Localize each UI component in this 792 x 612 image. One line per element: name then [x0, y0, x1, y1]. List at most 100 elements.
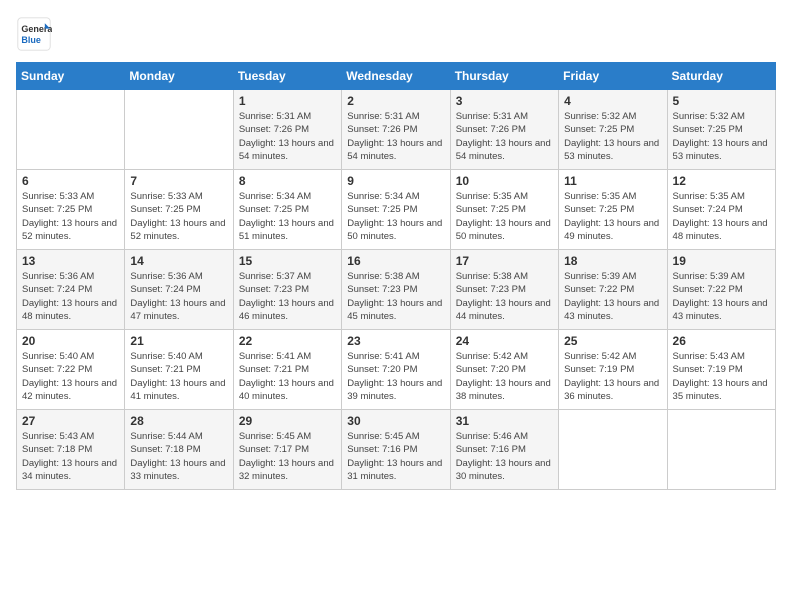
logo-icon: General Blue	[16, 16, 52, 52]
calendar-cell: 16 Sunrise: 5:38 AMSunset: 7:23 PMDayligh…	[342, 250, 450, 330]
day-info: Sunrise: 5:46 AMSunset: 7:16 PMDaylight:…	[456, 430, 553, 483]
day-info: Sunrise: 5:35 AMSunset: 7:25 PMDaylight:…	[564, 190, 661, 243]
day-number: 5	[673, 94, 770, 108]
calendar-week-row: 27 Sunrise: 5:43 AMSunset: 7:18 PMDayligh…	[17, 410, 776, 490]
day-info: Sunrise: 5:39 AMSunset: 7:22 PMDaylight:…	[564, 270, 661, 323]
weekday-header-tuesday: Tuesday	[233, 63, 341, 90]
weekday-header-friday: Friday	[559, 63, 667, 90]
day-info: Sunrise: 5:35 AMSunset: 7:24 PMDaylight:…	[673, 190, 770, 243]
day-number: 27	[22, 414, 119, 428]
calendar-cell: 22 Sunrise: 5:41 AMSunset: 7:21 PMDayligh…	[233, 330, 341, 410]
calendar-cell: 13 Sunrise: 5:36 AMSunset: 7:24 PMDayligh…	[17, 250, 125, 330]
day-number: 18	[564, 254, 661, 268]
weekday-header-row: SundayMondayTuesdayWednesdayThursdayFrid…	[17, 63, 776, 90]
day-number: 28	[130, 414, 227, 428]
calendar-cell: 3 Sunrise: 5:31 AMSunset: 7:26 PMDaylight…	[450, 90, 558, 170]
day-info: Sunrise: 5:33 AMSunset: 7:25 PMDaylight:…	[130, 190, 227, 243]
day-info: Sunrise: 5:45 AMSunset: 7:16 PMDaylight:…	[347, 430, 444, 483]
day-number: 22	[239, 334, 336, 348]
day-number: 11	[564, 174, 661, 188]
calendar-cell: 26 Sunrise: 5:43 AMSunset: 7:19 PMDayligh…	[667, 330, 775, 410]
day-info: Sunrise: 5:31 AMSunset: 7:26 PMDaylight:…	[347, 110, 444, 163]
day-number: 10	[456, 174, 553, 188]
day-number: 16	[347, 254, 444, 268]
day-info: Sunrise: 5:38 AMSunset: 7:23 PMDaylight:…	[456, 270, 553, 323]
day-number: 3	[456, 94, 553, 108]
calendar-cell: 1 Sunrise: 5:31 AMSunset: 7:26 PMDaylight…	[233, 90, 341, 170]
day-info: Sunrise: 5:43 AMSunset: 7:18 PMDaylight:…	[22, 430, 119, 483]
day-number: 25	[564, 334, 661, 348]
day-number: 1	[239, 94, 336, 108]
calendar-cell: 25 Sunrise: 5:42 AMSunset: 7:19 PMDayligh…	[559, 330, 667, 410]
day-info: Sunrise: 5:34 AMSunset: 7:25 PMDaylight:…	[239, 190, 336, 243]
day-info: Sunrise: 5:42 AMSunset: 7:19 PMDaylight:…	[564, 350, 661, 403]
calendar-cell	[667, 410, 775, 490]
day-info: Sunrise: 5:44 AMSunset: 7:18 PMDaylight:…	[130, 430, 227, 483]
day-info: Sunrise: 5:39 AMSunset: 7:22 PMDaylight:…	[673, 270, 770, 323]
day-number: 23	[347, 334, 444, 348]
day-number: 17	[456, 254, 553, 268]
day-number: 4	[564, 94, 661, 108]
calendar-cell: 2Sunrise: 5:31 AMSunset: 7:26 PMDaylight…	[342, 90, 450, 170]
day-info: Sunrise: 5:41 AMSunset: 7:20 PMDaylight:…	[347, 350, 444, 403]
day-number: 14	[130, 254, 227, 268]
day-info: Sunrise: 5:45 AMSunset: 7:17 PMDaylight:…	[239, 430, 336, 483]
calendar-cell: 6 Sunrise: 5:33 AMSunset: 7:25 PMDaylight…	[17, 170, 125, 250]
day-info: Sunrise: 5:36 AMSunset: 7:24 PMDaylight:…	[130, 270, 227, 323]
calendar-cell: 24Sunrise: 5:42 AMSunset: 7:20 PMDayligh…	[450, 330, 558, 410]
day-number: 26	[673, 334, 770, 348]
calendar-week-row: 1 Sunrise: 5:31 AMSunset: 7:26 PMDaylight…	[17, 90, 776, 170]
calendar-cell	[17, 90, 125, 170]
logo: General Blue	[16, 16, 52, 52]
day-info: Sunrise: 5:40 AMSunset: 7:21 PMDaylight:…	[130, 350, 227, 403]
calendar-week-row: 20 Sunrise: 5:40 AMSunset: 7:22 PMDayligh…	[17, 330, 776, 410]
svg-text:Blue: Blue	[21, 35, 41, 45]
day-info: Sunrise: 5:31 AMSunset: 7:26 PMDaylight:…	[239, 110, 336, 163]
calendar-cell: 9 Sunrise: 5:34 AMSunset: 7:25 PMDaylight…	[342, 170, 450, 250]
calendar-cell: 17 Sunrise: 5:38 AMSunset: 7:23 PMDayligh…	[450, 250, 558, 330]
day-info: Sunrise: 5:33 AMSunset: 7:25 PMDaylight:…	[22, 190, 119, 243]
day-info: Sunrise: 5:32 AMSunset: 7:25 PMDaylight:…	[564, 110, 661, 163]
day-number: 9	[347, 174, 444, 188]
calendar-cell: 19 Sunrise: 5:39 AMSunset: 7:22 PMDayligh…	[667, 250, 775, 330]
calendar-cell: 23 Sunrise: 5:41 AMSunset: 7:20 PMDayligh…	[342, 330, 450, 410]
day-info: Sunrise: 5:31 AMSunset: 7:26 PMDaylight:…	[456, 110, 553, 163]
calendar-cell: 12Sunrise: 5:35 AMSunset: 7:24 PMDayligh…	[667, 170, 775, 250]
day-number: 29	[239, 414, 336, 428]
day-number: 6	[22, 174, 119, 188]
calendar-cell: 8 Sunrise: 5:34 AMSunset: 7:25 PMDaylight…	[233, 170, 341, 250]
day-info: Sunrise: 5:35 AMSunset: 7:25 PMDaylight:…	[456, 190, 553, 243]
day-info: Sunrise: 5:38 AMSunset: 7:23 PMDaylight:…	[347, 270, 444, 323]
day-info: Sunrise: 5:42 AMSunset: 7:20 PMDaylight:…	[456, 350, 553, 403]
calendar-cell: 27 Sunrise: 5:43 AMSunset: 7:18 PMDayligh…	[17, 410, 125, 490]
day-info: Sunrise: 5:37 AMSunset: 7:23 PMDaylight:…	[239, 270, 336, 323]
weekday-header-wednesday: Wednesday	[342, 63, 450, 90]
day-number: 19	[673, 254, 770, 268]
calendar-cell: 30Sunrise: 5:45 AMSunset: 7:16 PMDayligh…	[342, 410, 450, 490]
weekday-header-monday: Monday	[125, 63, 233, 90]
day-info: Sunrise: 5:32 AMSunset: 7:25 PMDaylight:…	[673, 110, 770, 163]
weekday-header-saturday: Saturday	[667, 63, 775, 90]
calendar-week-row: 13 Sunrise: 5:36 AMSunset: 7:24 PMDayligh…	[17, 250, 776, 330]
calendar-cell: 5 Sunrise: 5:32 AMSunset: 7:25 PMDaylight…	[667, 90, 775, 170]
day-number: 15	[239, 254, 336, 268]
day-number: 31	[456, 414, 553, 428]
day-info: Sunrise: 5:40 AMSunset: 7:22 PMDaylight:…	[22, 350, 119, 403]
svg-text:General: General	[21, 24, 52, 34]
day-number: 7	[130, 174, 227, 188]
weekday-header-sunday: Sunday	[17, 63, 125, 90]
day-number: 8	[239, 174, 336, 188]
calendar-week-row: 6 Sunrise: 5:33 AMSunset: 7:25 PMDaylight…	[17, 170, 776, 250]
day-info: Sunrise: 5:36 AMSunset: 7:24 PMDaylight:…	[22, 270, 119, 323]
calendar-table: SundayMondayTuesdayWednesdayThursdayFrid…	[16, 62, 776, 490]
calendar-cell: 28 Sunrise: 5:44 AMSunset: 7:18 PMDayligh…	[125, 410, 233, 490]
day-info: Sunrise: 5:34 AMSunset: 7:25 PMDaylight:…	[347, 190, 444, 243]
day-number: 20	[22, 334, 119, 348]
day-info: Sunrise: 5:41 AMSunset: 7:21 PMDaylight:…	[239, 350, 336, 403]
day-info: Sunrise: 5:43 AMSunset: 7:19 PMDaylight:…	[673, 350, 770, 403]
calendar-cell: 4 Sunrise: 5:32 AMSunset: 7:25 PMDaylight…	[559, 90, 667, 170]
calendar-cell: 10 Sunrise: 5:35 AMSunset: 7:25 PMDayligh…	[450, 170, 558, 250]
page-header: General Blue	[16, 16, 776, 52]
calendar-cell: 20 Sunrise: 5:40 AMSunset: 7:22 PMDayligh…	[17, 330, 125, 410]
day-number: 13	[22, 254, 119, 268]
